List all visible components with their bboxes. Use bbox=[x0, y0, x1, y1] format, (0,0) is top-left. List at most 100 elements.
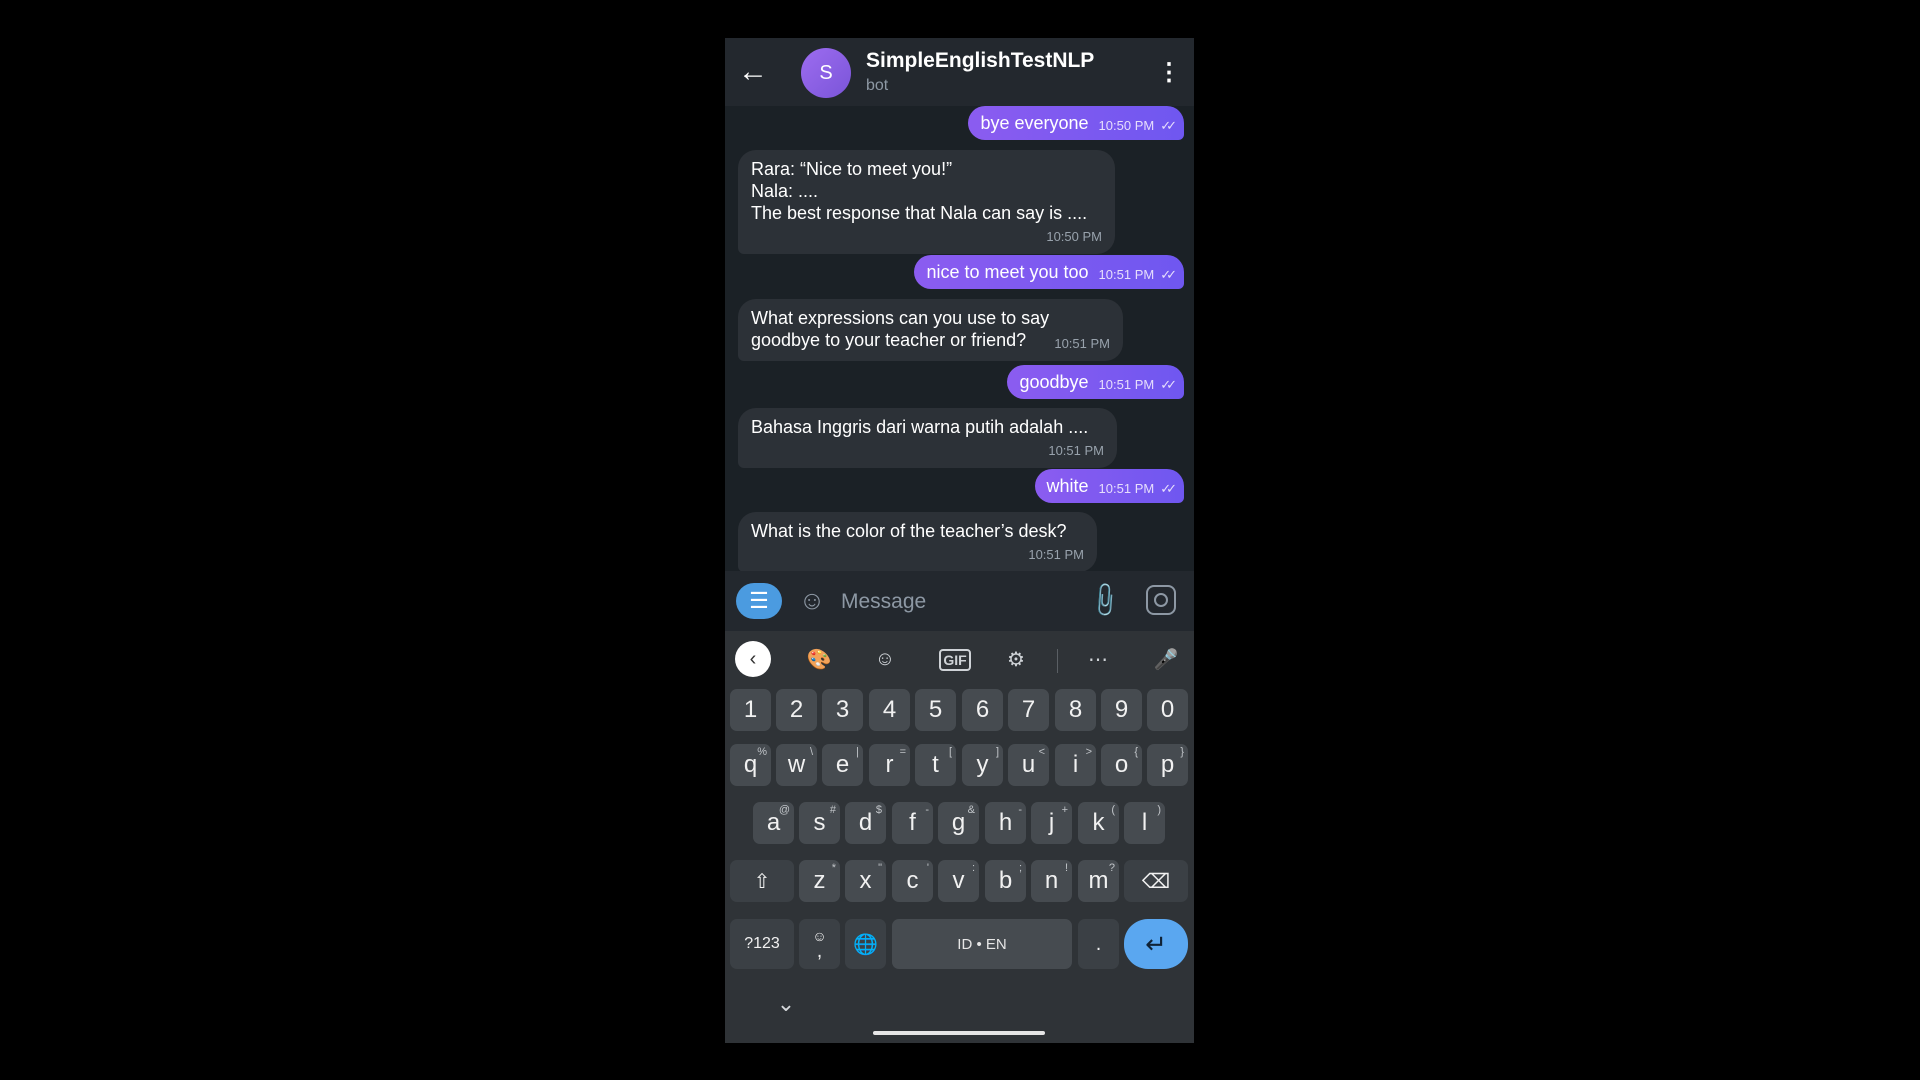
key-char: y bbox=[976, 751, 989, 778]
key-alt: } bbox=[1180, 746, 1184, 758]
key-l[interactable]: l) bbox=[1124, 802, 1165, 844]
key-char: h bbox=[998, 809, 1013, 836]
key-v[interactable]: v: bbox=[938, 860, 979, 902]
outgoing-message[interactable]: bye everyone 10:50 PM ✓✓ bbox=[968, 106, 1184, 140]
shift-key[interactable]: ⇧ bbox=[730, 860, 794, 902]
comma-char: , bbox=[816, 940, 823, 962]
key-b[interactable]: b; bbox=[985, 860, 1026, 902]
key-f[interactable]: f- bbox=[892, 802, 933, 844]
key-h[interactable]: h- bbox=[985, 802, 1026, 844]
key-t[interactable]: t[ bbox=[915, 744, 956, 786]
key-q[interactable]: q% bbox=[730, 744, 771, 786]
chevron-down-icon[interactable]: ⌄ bbox=[771, 989, 801, 1019]
key-2[interactable]: 2 bbox=[776, 689, 817, 731]
key-p[interactable]: p} bbox=[1147, 744, 1188, 786]
key-6[interactable]: 6 bbox=[962, 689, 1003, 731]
key-char: j bbox=[1048, 809, 1055, 836]
instagram-camera-icon[interactable] bbox=[1146, 585, 1176, 615]
key-e[interactable]: e | bbox=[822, 744, 863, 786]
key-7[interactable]: 7 bbox=[1008, 689, 1049, 731]
more-horizontal-icon[interactable]: ⋯ bbox=[1080, 641, 1116, 677]
key-alt: = bbox=[899, 746, 906, 758]
key-char: r bbox=[885, 751, 894, 778]
key-5[interactable]: 5 bbox=[915, 689, 956, 731]
message-text: nice to meet you too bbox=[926, 262, 1089, 282]
key-char: p bbox=[1160, 751, 1175, 778]
key-z[interactable]: z * bbox=[799, 860, 840, 902]
enter-key[interactable]: ↵ bbox=[1124, 919, 1188, 969]
more-vertical-icon[interactable]: ⋮ bbox=[1154, 54, 1184, 90]
key-m[interactable]: m? bbox=[1078, 860, 1119, 902]
key-alt: - bbox=[1018, 804, 1022, 816]
key-8[interactable]: 8 bbox=[1055, 689, 1096, 731]
toolbar-divider bbox=[1057, 649, 1058, 673]
chat-title[interactable]: SimpleEnglishTestNLP bbox=[866, 49, 1094, 73]
outgoing-message[interactable]: white 10:51 PM ✓✓ bbox=[1034, 469, 1184, 503]
key-y[interactable]: y] bbox=[962, 744, 1003, 786]
gif-button[interactable]: GIF bbox=[939, 649, 971, 671]
key-char: x bbox=[859, 867, 872, 894]
avatar-letter: S bbox=[819, 61, 833, 84]
key-x[interactable]: x " bbox=[845, 860, 886, 902]
key-w[interactable]: w \ bbox=[776, 744, 817, 786]
key-i[interactable]: i > bbox=[1055, 744, 1096, 786]
incoming-message[interactable]: What expressions can you use to say good… bbox=[738, 299, 1123, 361]
incoming-message[interactable]: Bahasa Inggris dari warna putih adalah .… bbox=[738, 408, 1117, 468]
backspace-key[interactable]: ⌫ bbox=[1124, 860, 1188, 902]
key-o[interactable]: o{ bbox=[1101, 744, 1142, 786]
message-line: Nala: .... bbox=[751, 181, 819, 201]
outgoing-message[interactable]: nice to meet you too 10:51 PM ✓✓ bbox=[914, 255, 1184, 289]
key-alt: < bbox=[1038, 746, 1045, 758]
key-4[interactable]: 4 bbox=[869, 689, 910, 731]
hamburger-menu-icon[interactable]: ☰ bbox=[736, 583, 782, 619]
key-char: v bbox=[952, 867, 965, 894]
back-arrow-icon[interactable]: ← bbox=[735, 54, 771, 90]
sticker-icon[interactable]: ☺ bbox=[867, 641, 903, 677]
message-time: 10:51 PM bbox=[1048, 443, 1104, 458]
key-char: u bbox=[1021, 751, 1036, 778]
smiley-icon[interactable]: ☺ bbox=[797, 585, 827, 615]
key-j[interactable]: j + bbox=[1031, 802, 1072, 844]
key-alt: @ bbox=[778, 804, 790, 816]
microphone-icon[interactable]: 🎤 bbox=[1148, 641, 1184, 677]
message-line: Bahasa Inggris dari warna putih adalah .… bbox=[751, 417, 1089, 437]
key-d[interactable]: d $ bbox=[845, 802, 886, 844]
incoming-message[interactable]: Rara: “Nice to meet you!” Nala: .... The… bbox=[738, 150, 1115, 254]
key-0[interactable]: 0 bbox=[1147, 689, 1188, 731]
gear-icon[interactable]: ⚙ bbox=[998, 641, 1034, 677]
key-s[interactable]: s # bbox=[799, 802, 840, 844]
outgoing-message[interactable]: goodbye 10:51 PM ✓✓ bbox=[1007, 365, 1184, 399]
key-k[interactable]: k( bbox=[1078, 802, 1119, 844]
key-a[interactable]: a @ bbox=[753, 802, 794, 844]
avatar[interactable]: S bbox=[801, 48, 851, 98]
period-key[interactable]: . bbox=[1078, 919, 1119, 969]
key-char: z bbox=[813, 867, 826, 894]
message-input[interactable] bbox=[839, 585, 1093, 619]
key-alt: ) bbox=[1157, 804, 1161, 816]
key-9[interactable]: 9 bbox=[1101, 689, 1142, 731]
message-text: goodbye bbox=[1019, 372, 1089, 392]
key-1[interactable]: 1 bbox=[730, 689, 771, 731]
globe-icon[interactable]: 🌐 bbox=[845, 919, 886, 969]
chevron-left-icon[interactable]: ‹ bbox=[735, 641, 771, 677]
key-char: k bbox=[1092, 809, 1105, 836]
key-3[interactable]: 3 bbox=[822, 689, 863, 731]
key-char: o bbox=[1114, 751, 1129, 778]
incoming-message[interactable]: What is the color of the teacher’s desk?… bbox=[738, 512, 1097, 571]
comma-key[interactable]: ☺ , bbox=[799, 919, 840, 969]
key-u[interactable]: u < bbox=[1008, 744, 1049, 786]
key-alt: ( bbox=[1111, 804, 1115, 816]
key-g[interactable]: g & bbox=[938, 802, 979, 844]
chat-subtitle: bot bbox=[866, 77, 889, 94]
space-key[interactable]: ID • EN bbox=[892, 919, 1072, 969]
key-alt: - bbox=[925, 804, 929, 816]
message-list[interactable]: bye everyone 10:50 PM ✓✓ Rara: “Nice to … bbox=[725, 106, 1194, 571]
key-n[interactable]: n! bbox=[1031, 860, 1072, 902]
home-indicator[interactable] bbox=[873, 1031, 1045, 1035]
key-c[interactable]: c ' bbox=[892, 860, 933, 902]
key-alt: * bbox=[831, 862, 836, 874]
key-r[interactable]: r = bbox=[869, 744, 910, 786]
palette-icon[interactable]: 🎨 bbox=[801, 641, 837, 677]
key-char: e bbox=[835, 751, 850, 778]
symbols-key[interactable]: ?123 bbox=[730, 919, 794, 969]
